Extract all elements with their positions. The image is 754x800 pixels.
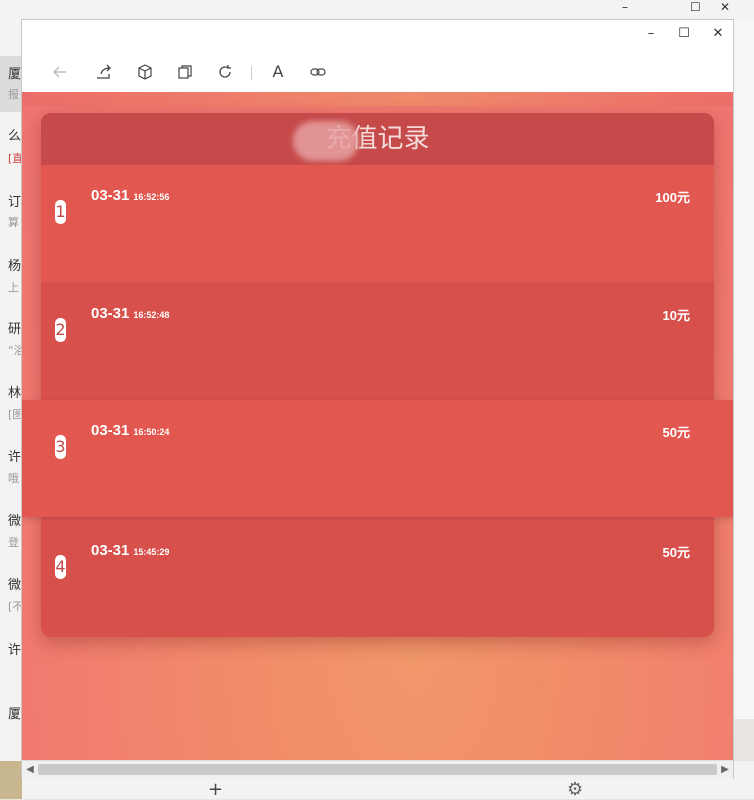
background-list-char: 报 — [8, 88, 19, 101]
record-index-badge: 2 — [55, 318, 66, 342]
background-right-panel — [733, 19, 754, 719]
record-amount: 50元 — [662, 545, 690, 560]
back-arrow-icon[interactable] — [48, 60, 72, 84]
background-list-char: 哦 — [8, 472, 19, 485]
record-time: 16:52:56 — [133, 192, 170, 202]
record-time: 16:52:48 — [133, 310, 170, 320]
record-amount: 100元 — [655, 190, 690, 205]
background-list-char: 微 — [8, 578, 22, 593]
record-date: 03-31 16:50:24 — [91, 422, 169, 439]
background-titlebar: – ☐ ✕ — [22, 0, 754, 19]
toolbar: A — [22, 54, 733, 90]
background-close-icon: ✕ — [720, 0, 731, 14]
cube-icon[interactable] — [133, 60, 157, 84]
blurred-avatar — [293, 121, 359, 161]
browser-window: – ☐ ✕ A 充值记录 1 03-31 16:52:56 100元 2 03-… — [21, 19, 734, 779]
record-date: 03-31 16:52:56 — [91, 187, 169, 204]
card-header: 充值记录 — [41, 113, 714, 165]
scroll-left-icon[interactable]: ◀ — [23, 762, 37, 778]
close-icon[interactable]: ✕ — [708, 25, 728, 43]
scrollbar-thumb[interactable] — [38, 764, 717, 775]
background-maximize-icon: ☐ — [690, 0, 701, 14]
background-list-char: 登 — [8, 536, 19, 549]
background-list-char: 厦 — [8, 707, 22, 722]
record-row[interactable]: 1 03-31 16:52:56 100元 — [41, 165, 714, 282]
font-button[interactable]: A — [266, 60, 290, 84]
record-row[interactable]: 2 03-31 16:52:48 10元 — [41, 283, 714, 400]
background-list-char: 厦 — [8, 67, 22, 82]
add-icon[interactable]: + — [208, 779, 223, 800]
record-time: 16:50:24 — [133, 427, 170, 437]
background-list-char: 林 — [8, 386, 22, 401]
page-top-strip — [22, 92, 733, 106]
record-index-badge: 4 — [55, 555, 66, 579]
share-icon[interactable] — [92, 60, 116, 84]
scroll-right-icon[interactable]: ▶ — [718, 762, 732, 778]
page-title: 充值记录 — [325, 124, 430, 154]
background-selected-row — [0, 56, 22, 112]
toolbar-separator — [251, 66, 252, 80]
copy-icon[interactable] — [173, 60, 197, 84]
background-list-char: 微 — [8, 514, 22, 529]
record-index-badge: 1 — [55, 200, 66, 224]
record-amount: 50元 — [662, 425, 690, 440]
background-list-char: 许 — [8, 643, 22, 658]
background-list-char: 算 — [8, 216, 19, 229]
link-icon[interactable] — [306, 60, 330, 84]
record-row[interactable]: 4 03-31 15:45:29 50元 — [41, 520, 714, 637]
background-minimize-icon: – — [622, 0, 628, 14]
gear-icon[interactable]: ⚙ — [567, 779, 583, 800]
background-list-char: 上 — [8, 281, 19, 294]
background-list-char: 杨 — [8, 259, 22, 274]
record-date-text: 03-31 — [91, 542, 130, 559]
background-thumbnail — [0, 761, 22, 799]
maximize-icon[interactable]: ☐ — [674, 25, 694, 43]
background-list-char: 订 — [8, 195, 22, 210]
record-row[interactable]: 3 03-31 16:50:24 50元 — [22, 400, 733, 517]
minimize-icon[interactable]: – — [641, 25, 661, 43]
background-app-list: 厦报么 [直订算杨上研 “浴林 [图许哦微登微 [不许厦 — [0, 0, 25, 799]
titlebar: – ☐ ✕ — [22, 20, 733, 50]
record-index-badge: 3 — [55, 435, 66, 459]
recharge-records-card: 充值记录 1 03-31 16:52:56 100元 2 03-31 16:52:4… — [22, 113, 733, 637]
record-amount: 10元 — [662, 308, 690, 323]
horizontal-scrollbar[interactable]: ◀ ▶ — [22, 760, 733, 779]
record-date-text: 03-31 — [91, 422, 130, 439]
background-list-char: 研 — [8, 322, 22, 337]
record-time: 15:45:29 — [133, 547, 170, 557]
record-date: 03-31 15:45:29 — [91, 542, 169, 559]
record-date-text: 03-31 — [91, 187, 130, 204]
background-list-char: 么 — [8, 129, 22, 144]
background-list-char: 许 — [8, 450, 22, 465]
page-viewport: 充值记录 1 03-31 16:52:56 100元 2 03-31 16:52:4… — [22, 92, 733, 760]
record-date: 03-31 16:52:48 — [91, 305, 169, 322]
refresh-icon[interactable] — [213, 60, 237, 84]
record-date-text: 03-31 — [91, 305, 130, 322]
